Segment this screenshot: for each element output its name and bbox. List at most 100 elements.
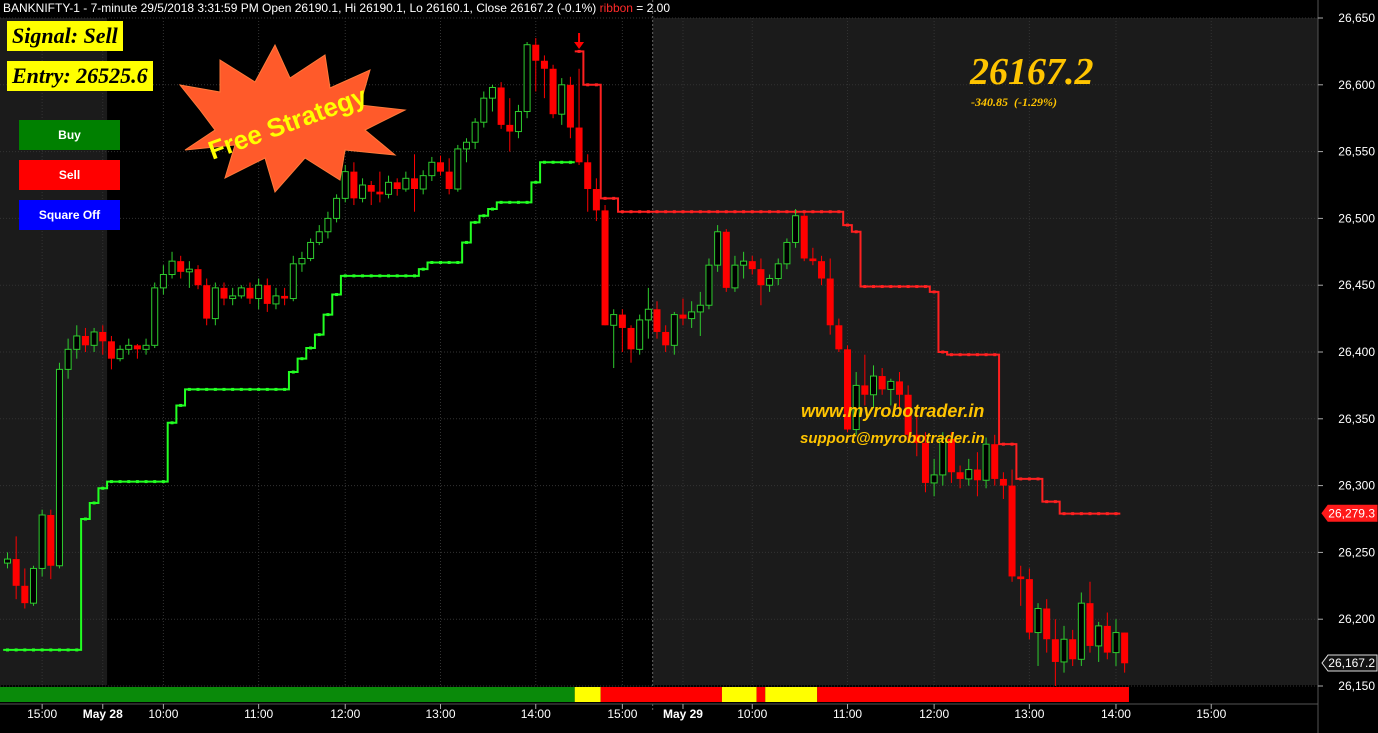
- candle-body-up: [4, 558, 11, 564]
- resistance-line-dot: [915, 285, 919, 289]
- support-line-dot: [170, 421, 174, 425]
- candle-body-down: [1025, 579, 1033, 633]
- resistance-line-dot: [707, 210, 711, 214]
- resistance-line-dot: [690, 210, 694, 214]
- support-line-dot: [387, 274, 391, 278]
- candle-body-up: [289, 263, 297, 300]
- y-tick-label: 26,300: [1338, 479, 1375, 493]
- candle-body-down: [177, 261, 185, 272]
- price-tag-label: 26,279.3: [1328, 506, 1375, 520]
- support-line-dot: [534, 180, 538, 184]
- resistance-line-dot: [1079, 512, 1083, 516]
- support-line-dot: [49, 648, 53, 652]
- candle-body-up: [29, 567, 37, 604]
- x-tick-label: 13:00: [425, 707, 455, 721]
- candle-body-up: [644, 308, 652, 321]
- candle-body-down: [826, 278, 834, 326]
- resistance-line-dot: [664, 210, 668, 214]
- candle-body-down: [566, 84, 574, 128]
- square-off-button[interactable]: Square Off: [19, 200, 120, 230]
- support-email[interactable]: support@myrobotrader.in: [800, 430, 985, 447]
- support-line-dot: [257, 387, 261, 391]
- resistance-line-dot: [768, 210, 772, 214]
- support-line-dot: [404, 274, 408, 278]
- candle-body-up: [965, 469, 973, 480]
- support-line-dot: [447, 260, 451, 264]
- resistance-line-dot: [629, 210, 633, 214]
- candle-body-up: [272, 295, 280, 305]
- resistance-line-dot: [906, 285, 910, 289]
- resistance-line-dot: [846, 223, 850, 227]
- candle-body-up: [523, 44, 531, 113]
- candle-body-down: [921, 442, 929, 483]
- candle-body-down: [194, 269, 202, 286]
- x-tick-label: 15:00: [27, 707, 57, 721]
- candle-body-down: [653, 309, 661, 332]
- candle-body-down: [592, 189, 600, 211]
- y-tick-label: 26,450: [1338, 278, 1375, 292]
- candle-body-up: [670, 314, 678, 346]
- support-line-dot: [144, 480, 148, 484]
- buy-button[interactable]: Buy: [19, 120, 120, 150]
- price-change: -340.85 (-1.29%): [971, 95, 1057, 109]
- candle-body-up: [696, 304, 704, 313]
- candle-body-down: [263, 285, 271, 304]
- support-line-dot: [135, 480, 139, 484]
- candle-body-down: [835, 325, 843, 350]
- candle-body-down: [818, 261, 826, 279]
- candle-body-up: [514, 111, 522, 133]
- candle-body-up: [307, 241, 315, 259]
- free-strategy-badge: Free Strategy: [178, 43, 407, 194]
- resistance-line-dot: [776, 210, 780, 214]
- support-line-dot: [283, 387, 287, 391]
- resistance-line-dot: [620, 210, 624, 214]
- resistance-line-dot: [672, 210, 676, 214]
- candle-body-up: [64, 348, 72, 370]
- candle-body-down: [246, 287, 254, 299]
- resistance-line-dot: [1097, 512, 1101, 516]
- candle-body-up: [333, 197, 341, 219]
- x-tick-label: May 29: [663, 707, 703, 721]
- resistance-line-dot: [802, 210, 806, 214]
- candle-body-up: [428, 161, 436, 177]
- website-link[interactable]: www.myrobotrader.in: [801, 401, 984, 422]
- candle-body-up: [298, 257, 306, 265]
- support-line-dot: [6, 648, 9, 652]
- candle-body-up: [229, 295, 237, 300]
- support-line-dot: [66, 648, 70, 652]
- sell-button[interactable]: Sell: [19, 160, 120, 190]
- resistance-line-dot: [638, 210, 642, 214]
- candle-body-down: [107, 341, 115, 359]
- support-line-dot: [222, 387, 226, 391]
- candle-body-down: [1069, 639, 1077, 660]
- support-line-dot: [300, 357, 304, 361]
- y-tick-label: 26,550: [1338, 145, 1375, 159]
- support-line-dot: [40, 648, 44, 652]
- x-tick-label: 14:00: [521, 707, 551, 721]
- support-line-dot: [196, 387, 200, 391]
- candle-body-down: [47, 514, 55, 566]
- support-line-dot: [508, 200, 512, 204]
- resistance-line-dot: [1053, 500, 1057, 504]
- support-line-dot: [187, 387, 191, 391]
- candle-body-down: [445, 171, 453, 190]
- support-line-dot: [421, 267, 425, 271]
- candle-body-up: [211, 287, 219, 320]
- resistance-line-dot: [949, 353, 953, 357]
- last-price: 26167.2: [970, 51, 1094, 93]
- candle-body-down: [878, 376, 886, 390]
- support-line-dot: [179, 403, 183, 407]
- y-tick-label: 26,350: [1338, 412, 1375, 426]
- resistance-line-dot: [828, 210, 832, 214]
- support-line-dot: [265, 387, 269, 391]
- candle-body-up: [38, 514, 46, 569]
- x-tick-label: 15:00: [607, 707, 637, 721]
- candle-body-up: [324, 217, 332, 233]
- candle-body-up: [462, 141, 470, 150]
- candle-body-down: [540, 60, 548, 69]
- candle-body-down: [1121, 632, 1129, 664]
- resistance-line-dot: [785, 210, 789, 214]
- candle-body-up: [419, 175, 427, 190]
- candle-body-up: [480, 97, 488, 123]
- x-tick-label: 11:00: [833, 707, 862, 721]
